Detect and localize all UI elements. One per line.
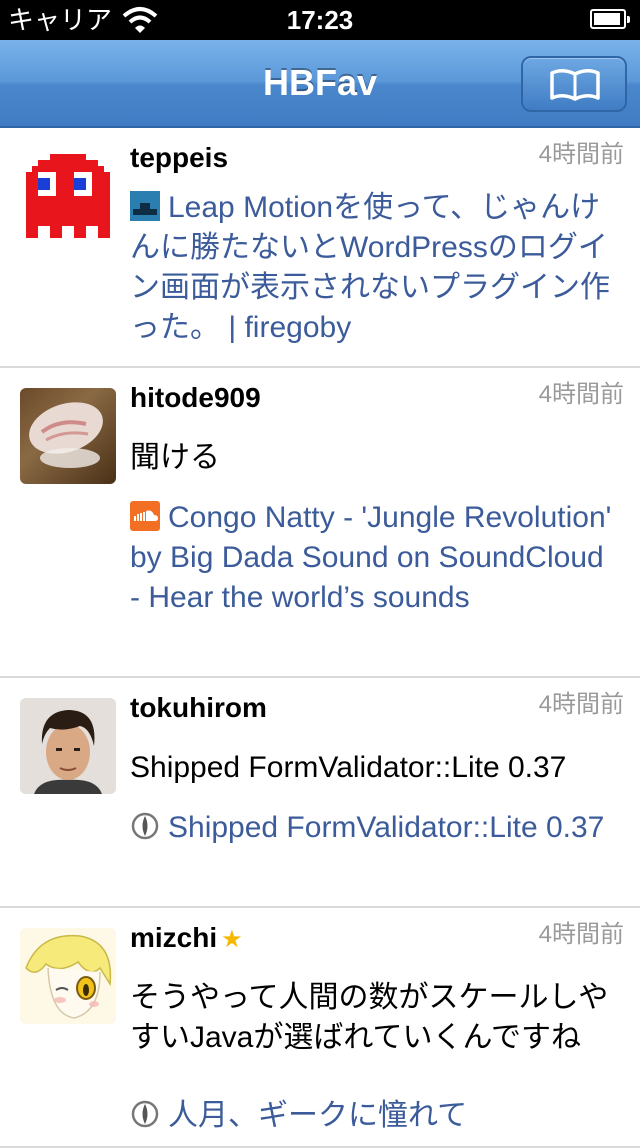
avatar[interactable]	[20, 928, 116, 1024]
timestamp: 4時間前	[538, 381, 624, 408]
bookmark-link[interactable]: Congo Natty - 'Jungle Revolution' by Big…	[130, 498, 620, 618]
list-item[interactable]: teppeis 4時間前 Leap Motionを使って、じゃんけんに勝たないと…	[0, 128, 640, 368]
status-bar: キャリア 17:23	[0, 0, 640, 40]
username[interactable]: teppeis	[130, 140, 228, 176]
timestamp: 4時間前	[538, 691, 624, 718]
bookmark-feed[interactable]: teppeis 4時間前 Leap Motionを使って、じゃんけんに勝たないと…	[0, 128, 640, 1148]
username[interactable]: mizchi ★	[130, 920, 243, 958]
username[interactable]: tokuhirom	[130, 690, 267, 726]
battery-icon	[590, 9, 630, 29]
open-book-icon	[550, 69, 600, 101]
bookmark-title: Shipped FormValidator::Lite 0.37	[168, 811, 605, 844]
bookmark-comment: そうやって人間の数がスケールしやすいJavaが選ばれていくんですね	[130, 981, 609, 1054]
star-icon: ★	[221, 926, 243, 953]
list-item[interactable]: mizchi ★ 4時間前 そうやって人間の数がスケールしやすいJavaが選ばれて…	[0, 908, 640, 1148]
avatar[interactable]	[20, 148, 116, 244]
bookmark-title: Leap Motionを使って、じゃんけんに勝たないとWordPressのログイ…	[130, 191, 610, 344]
timestamp: 4時間前	[538, 921, 624, 948]
bookmark-title: Congo Natty - 'Jungle Revolution' by Big…	[130, 501, 612, 614]
avatar[interactable]	[20, 698, 116, 794]
timestamp: 4時間前	[538, 141, 624, 168]
navigation-bar: HBFav	[0, 40, 640, 128]
bookmark-link[interactable]: Leap Motionを使って、じゃんけんに勝たないとWordPressのログイ…	[130, 188, 620, 348]
bookmark-comment: 聞ける	[130, 441, 220, 474]
list-item[interactable]: tokuhirom 4時間前 Shipped FormValidator::Li…	[0, 678, 640, 908]
globe-icon	[131, 1100, 159, 1128]
bookmark-link[interactable]: 人月、ギークに憧れて	[130, 1096, 620, 1136]
list-item[interactable]: hitode909 4時間前 聞ける Congo Natty - 'Jungle…	[0, 368, 640, 678]
clock: 17:23	[286, 5, 354, 35]
bookmark-comment: Shipped FormValidator::Lite 0.37	[130, 751, 567, 784]
site-favicon-icon	[130, 191, 160, 221]
soundcloud-icon	[130, 501, 160, 531]
bookmark-title: 人月、ギークに憧れて	[168, 1099, 468, 1132]
avatar[interactable]	[20, 388, 116, 484]
bookmark-link[interactable]: Shipped FormValidator::Lite 0.37	[130, 808, 620, 848]
bookmarks-button[interactable]	[521, 56, 627, 112]
username[interactable]: hitode909	[130, 380, 261, 416]
globe-icon	[131, 812, 159, 840]
